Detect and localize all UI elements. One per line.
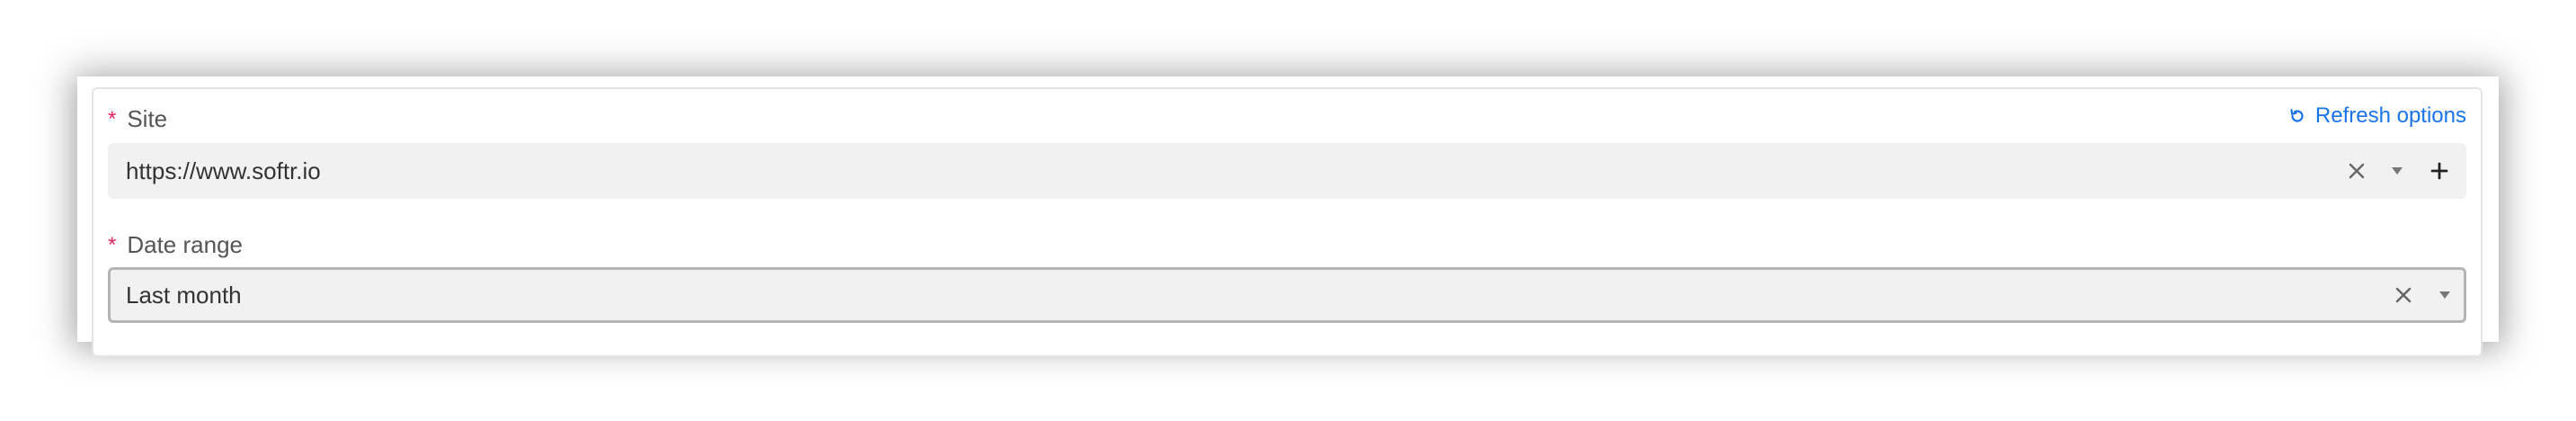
date-range-select[interactable]: Last month	[108, 267, 2466, 323]
required-marker: *	[108, 232, 117, 257]
form-window: * Site Refresh options https://www.softr…	[77, 76, 2499, 357]
plus-icon[interactable]	[2430, 162, 2448, 180]
refresh-icon	[2288, 107, 2315, 125]
date-range-label: * Date range	[108, 231, 243, 259]
date-range-label-text: Date range	[127, 231, 243, 258]
refresh-options-label: Refresh options	[2314, 103, 2466, 128]
site-label: * Site	[108, 105, 167, 133]
date-range-select-value: Last month	[126, 281, 242, 309]
close-icon[interactable]	[2394, 286, 2412, 304]
caret-down-icon[interactable]	[2438, 291, 2451, 300]
stage: * Site Refresh options https://www.softr…	[0, 0, 2576, 421]
site-label-text: Site	[127, 105, 168, 132]
refresh-options-link[interactable]: Refresh options	[2288, 103, 2466, 129]
site-select[interactable]: https://www.softr.io	[108, 143, 2466, 199]
form-card: * Site Refresh options https://www.softr…	[92, 87, 2483, 357]
caret-down-icon[interactable]	[2391, 166, 2403, 175]
required-marker: *	[108, 106, 117, 131]
close-icon[interactable]	[2348, 162, 2366, 180]
site-select-value: https://www.softr.io	[126, 157, 321, 184]
